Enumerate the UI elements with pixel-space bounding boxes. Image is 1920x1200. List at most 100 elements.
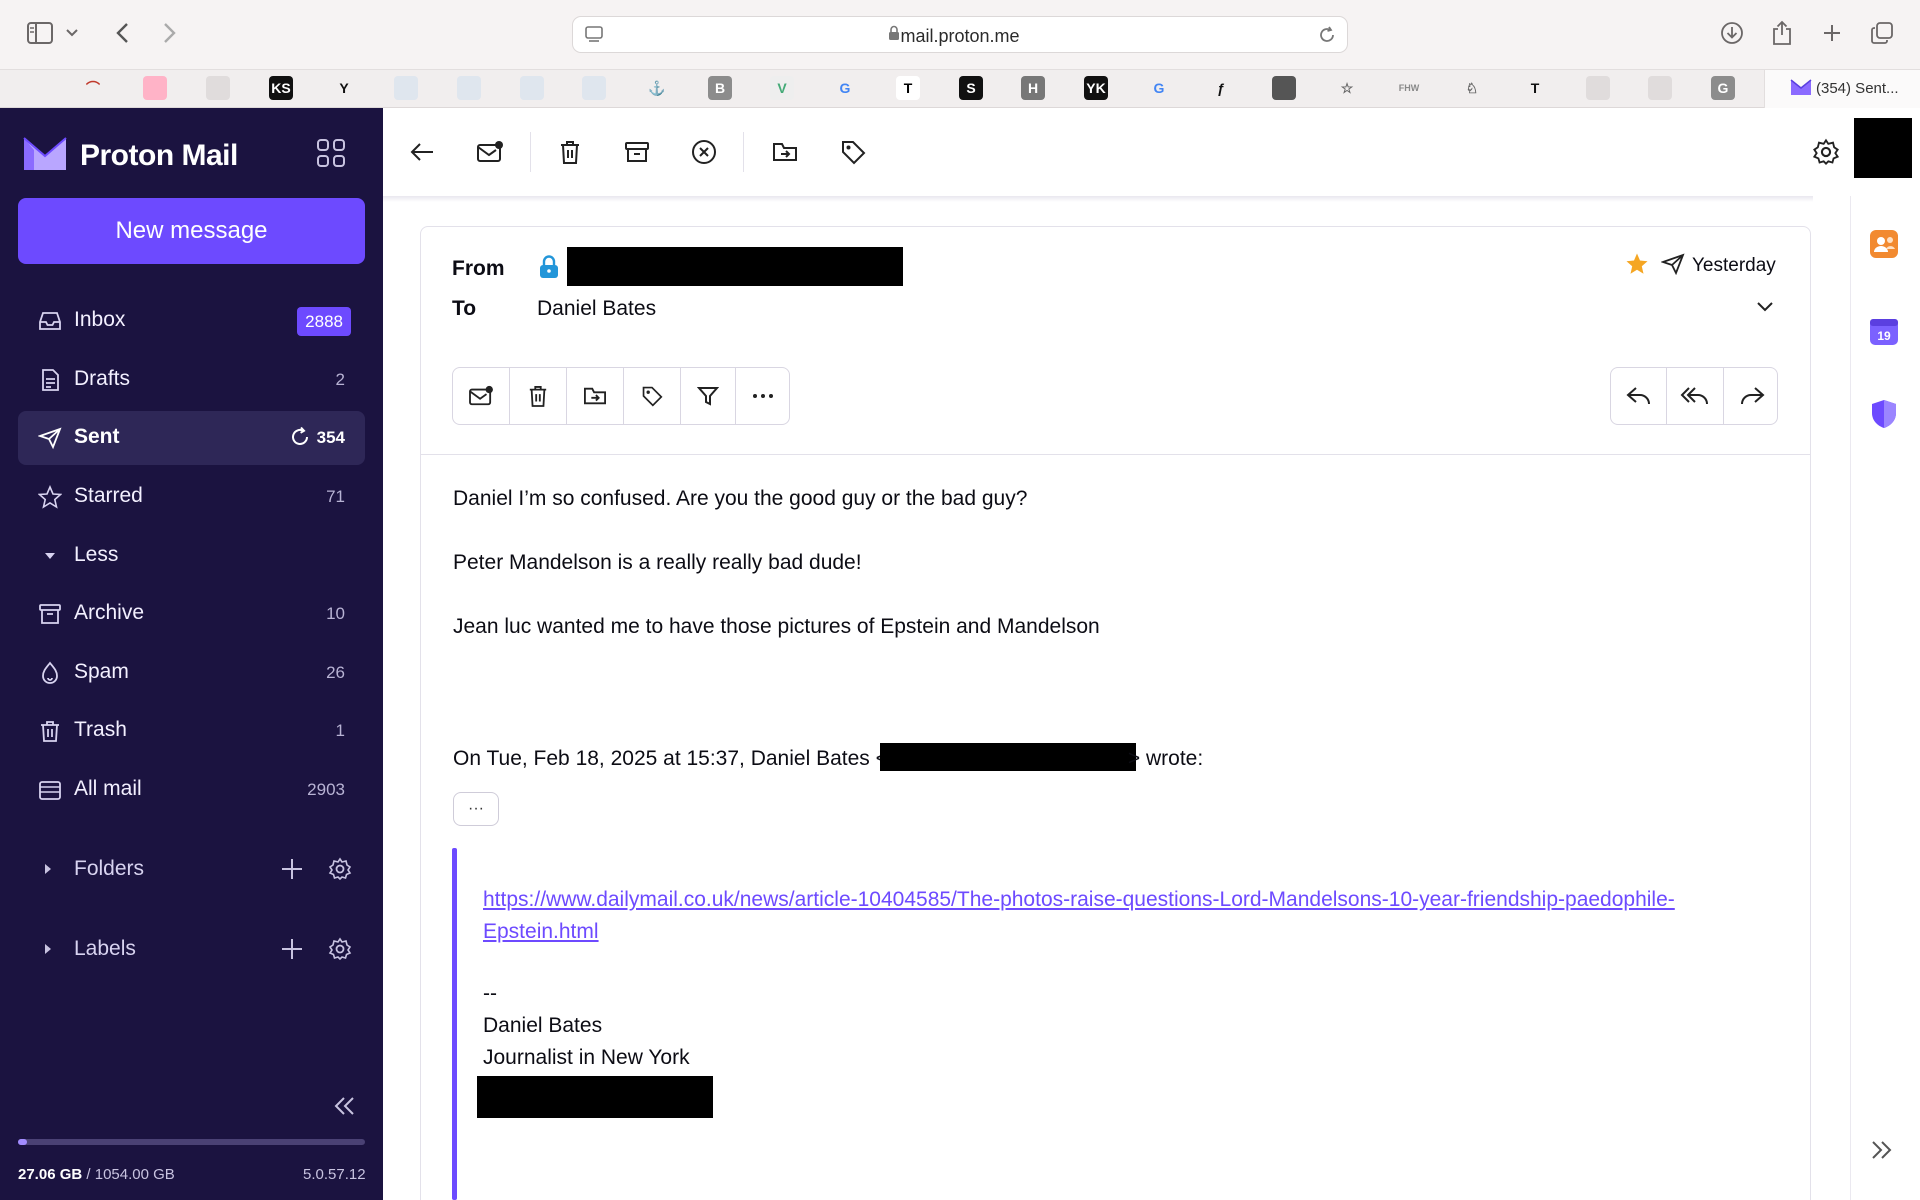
mark-unread-button[interactable] [453, 368, 509, 424]
item-count: 2903 [307, 780, 345, 799]
page-icon[interactable] [394, 76, 418, 100]
reply-all-button[interactable] [1667, 368, 1723, 424]
v-icon[interactable]: V [770, 76, 794, 100]
delete-button[interactable] [510, 368, 566, 424]
sidebar-item-archive[interactable]: Archive 10 [18, 587, 365, 641]
add-label-icon[interactable] [280, 937, 304, 966]
contacts-app-icon[interactable] [1868, 228, 1900, 260]
sidebar-item-trash[interactable]: Trash 1 [18, 704, 365, 758]
chevron-down-icon[interactable] [62, 17, 82, 49]
apps-grid-icon[interactable] [316, 138, 346, 173]
back-icon[interactable] [106, 17, 138, 49]
tab-overview-icon[interactable] [1866, 17, 1898, 49]
star-icon[interactable]: ☆ [1335, 76, 1359, 100]
sidebar-item-drafts[interactable]: Drafts 2 [18, 353, 365, 407]
apple-icon[interactable] [18, 76, 42, 100]
recipient-name[interactable]: Daniel Bates [537, 297, 656, 321]
sidebar-item-spam[interactable]: Spam 26 [18, 646, 365, 700]
address-bar[interactable]: mail.proton.me [572, 16, 1348, 53]
g-grey-icon[interactable]: G [1711, 76, 1735, 100]
archive-icon[interactable] [621, 136, 653, 168]
t-serif-icon[interactable]: T [1523, 76, 1547, 100]
mark-unread-icon[interactable] [474, 136, 506, 168]
mark-unread-icon [469, 385, 493, 406]
google-icon[interactable]: G [833, 76, 857, 100]
sidebar-item-starred[interactable]: Starred 71 [18, 470, 365, 524]
keyboard-icon[interactable] [206, 76, 230, 100]
body-line: Jean luc wanted me to have those picture… [453, 615, 1100, 638]
star-icon[interactable] [1625, 252, 1649, 281]
anchor-icon[interactable]: ⚓ [645, 76, 669, 100]
trash-icon[interactable] [554, 136, 586, 168]
reply-button[interactable] [1611, 368, 1666, 424]
t-icon[interactable]: T [896, 76, 920, 100]
sidebar-item-inbox[interactable]: Inbox 2888 [18, 294, 365, 348]
label-settings-icon[interactable] [328, 937, 352, 966]
tab-title: (354) Sent... [1816, 80, 1899, 97]
forward-button[interactable] [1724, 368, 1779, 424]
calendar-app-icon[interactable]: 19 [1868, 315, 1900, 347]
sidebar-toggle-icon[interactable] [24, 17, 56, 49]
filter-button[interactable] [681, 368, 735, 424]
more-actions-button[interactable] [736, 368, 790, 424]
sidebar-item-sent[interactable]: Sent 354 [18, 411, 365, 465]
move-button[interactable] [567, 368, 623, 424]
new-tab-icon[interactable] [1816, 17, 1848, 49]
show-quoted-text-button[interactable]: ··· [453, 792, 499, 826]
message-date: Yesterday [1692, 255, 1776, 276]
yk-icon[interactable]: YK [1084, 76, 1108, 100]
page-icon[interactable] [457, 76, 481, 100]
sidebar-section-folders[interactable]: Folders [18, 845, 365, 893]
share-icon[interactable] [1766, 17, 1798, 49]
sidebar-item-label: Trash [74, 718, 127, 741]
h-icon[interactable]: H [1021, 76, 1045, 100]
reload-icon[interactable] [1317, 25, 1337, 50]
y-icon[interactable]: Y [332, 76, 356, 100]
label-tag-icon[interactable] [837, 136, 869, 168]
arch-icon[interactable]: ⌒ [81, 76, 105, 100]
quote-bar [452, 848, 457, 1200]
settings-gear-icon[interactable] [1810, 136, 1842, 168]
keyboard-icon[interactable] [1648, 76, 1672, 100]
chevron-down-icon[interactable] [1756, 300, 1774, 318]
header-divider [421, 454, 1810, 455]
google-icon[interactable]: G [1147, 76, 1171, 100]
forward-icon[interactable] [154, 17, 186, 49]
wolf-icon[interactable]: ♘ [1460, 76, 1484, 100]
allmail-icon [38, 778, 62, 802]
add-folder-icon[interactable] [280, 857, 304, 886]
folder-settings-icon[interactable] [328, 857, 352, 886]
download-icon[interactable] [1716, 17, 1748, 49]
move-to-folder-icon[interactable] [769, 136, 801, 168]
item-count: 1 [335, 721, 345, 740]
archive-icon [38, 602, 62, 626]
article-link[interactable]: https://www.dailymail.co.uk/news/article… [483, 884, 1773, 948]
label-tag-icon [642, 386, 663, 407]
page-icon[interactable] [520, 76, 544, 100]
ks-icon[interactable]: KS [269, 76, 293, 100]
spam-x-icon[interactable] [688, 136, 720, 168]
trash-icon [38, 719, 62, 743]
expand-rail-icon[interactable] [1870, 1140, 1892, 1165]
sidebar-item-allmail[interactable]: All mail 2903 [18, 763, 365, 817]
s-icon[interactable]: S [959, 76, 983, 100]
collapse-sidebar-icon[interactable] [334, 1096, 356, 1121]
sidebar-section-labels[interactable]: Labels [18, 925, 365, 973]
sidebar-item-less[interactable]: Less [18, 529, 365, 583]
keyboard-icon[interactable] [1586, 76, 1610, 100]
refresh-icon[interactable] [289, 426, 311, 453]
back-to-list-icon[interactable] [406, 136, 438, 168]
page-icon[interactable] [582, 76, 606, 100]
label-button[interactable] [624, 368, 680, 424]
script-f-icon[interactable]: ƒ [1209, 76, 1233, 100]
b-icon[interactable]: B [708, 76, 732, 100]
new-message-button[interactable]: New message [18, 198, 365, 264]
brand-name: Proton Mail [80, 139, 238, 172]
reply-actions-group [1610, 367, 1778, 425]
avatar[interactable] [1854, 118, 1912, 178]
vpn-shield-icon[interactable] [1868, 398, 1900, 430]
bag-icon[interactable] [143, 76, 167, 100]
sent-icon [37, 426, 62, 450]
photo-icon[interactable] [1272, 76, 1296, 100]
fhw-icon[interactable]: FHW [1397, 76, 1421, 100]
